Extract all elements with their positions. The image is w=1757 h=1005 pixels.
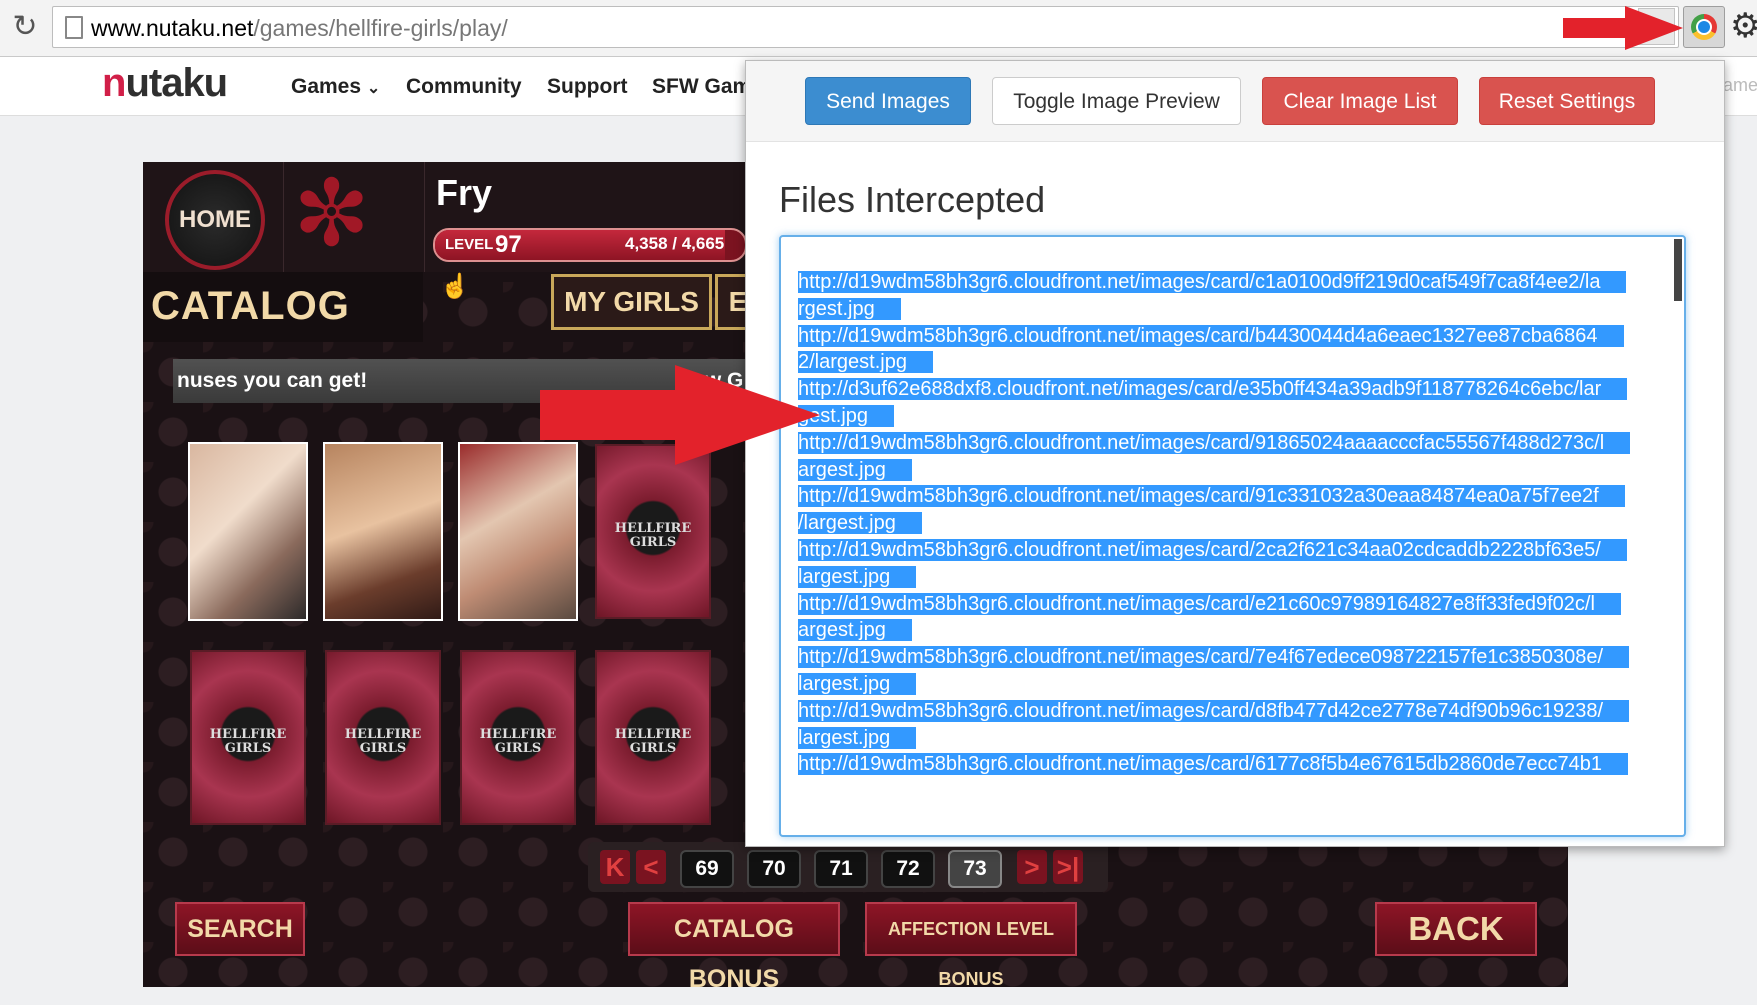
- extension-popup: Send Images Toggle Image Preview Clear I…: [745, 60, 1725, 847]
- browser-toolbar: ↻ www.nutaku.net/games/hellfire-girls/pl…: [0, 0, 1757, 57]
- catalog-card-locked[interactable]: HELLFIRE GIRLS: [190, 650, 306, 825]
- catalog-title: CATALOG: [151, 284, 350, 328]
- catalog-card[interactable]: [188, 442, 308, 621]
- chrome-logo-icon: [1691, 14, 1717, 40]
- pager: K < 69 70 71 72 73 > >|: [588, 842, 1108, 892]
- intercepted-urls-textarea[interactable]: http://d19wdm58bh3gr6.cloudfront.net/ima…: [779, 235, 1686, 837]
- card-back-logo: HELLFIRE GIRLS: [479, 727, 557, 756]
- nav-overflow-text: ame: [1723, 75, 1757, 95]
- url-line: http://d19wdm58bh3gr6.cloudfront.net/ima…: [798, 321, 1624, 351]
- card-back-logo: HELLFIRE GIRLS: [344, 727, 422, 756]
- logo-text: utaku: [125, 61, 228, 105]
- level-bar: LEVEL 97 4,358 / 4,665: [433, 228, 747, 262]
- url-host: www.nutaku.net: [91, 15, 254, 41]
- url-line: http://d19wdm58bh3gr6.cloudfront.net/ima…: [798, 535, 1627, 565]
- home-button[interactable]: HOME: [165, 170, 265, 270]
- nav-community[interactable]: Community: [406, 75, 522, 99]
- reset-settings-button[interactable]: Reset Settings: [1479, 77, 1655, 125]
- page-71[interactable]: 71: [814, 850, 868, 888]
- catalog-header: CATALOG: [143, 272, 423, 342]
- big-red-arrow-icon: [540, 365, 820, 465]
- url-line: rgest.jpg: [798, 294, 901, 324]
- catalog-card-locked[interactable]: HELLFIRE GIRLS: [595, 650, 711, 825]
- url-line: largest.jpg: [798, 562, 917, 592]
- first-page-button[interactable]: K: [600, 850, 630, 884]
- card-back-logo: HELLFIRE GIRLS: [209, 727, 287, 756]
- page-icon: [65, 16, 83, 39]
- level-label: LEVEL: [445, 236, 494, 253]
- nav-games-label: Games: [291, 75, 362, 98]
- url-line: http://d3uf62e688dxf8.cloudfront.net/ima…: [798, 374, 1628, 404]
- tab-my-girls[interactable]: MY GIRLS: [551, 274, 712, 330]
- chevron-down-icon: ⌄: [366, 80, 381, 97]
- hand-cursor-icon: ☝: [440, 273, 470, 300]
- url-line: http://d19wdm58bh3gr6.cloudfront.net/ima…: [798, 589, 1621, 619]
- toggle-image-preview-button[interactable]: Toggle Image Preview: [992, 77, 1241, 125]
- url-line: http://d19wdm58bh3gr6.cloudfront.net/ima…: [798, 749, 1628, 779]
- red-arrow-icon: [1563, 6, 1683, 50]
- address-bar[interactable]: www.nutaku.net/games/hellfire-girls/play…: [52, 6, 1679, 48]
- nav-sfw-games[interactable]: SFW Gam: [652, 75, 751, 99]
- url-line: http://d19wdm58bh3gr6.cloudfront.net/ima…: [798, 696, 1630, 726]
- url-line: http://d19wdm58bh3gr6.cloudfront.net/ima…: [798, 428, 1631, 458]
- catalog-card-locked[interactable]: HELLFIRE GIRLS: [460, 650, 576, 825]
- ticker-text: nuses you can get!: [177, 369, 368, 392]
- search-button[interactable]: SEARCH: [175, 902, 305, 956]
- url-line: http://d19wdm58bh3gr6.cloudfront.net/ima…: [798, 267, 1627, 297]
- affection-level-bonus-button[interactable]: AFFECTION LEVEL BONUS: [865, 902, 1077, 987]
- scrollbar-thumb[interactable]: [1674, 239, 1682, 301]
- catalog-bonus-button[interactable]: CATALOG BONUS: [628, 902, 840, 987]
- nav-games[interactable]: Games ⌄: [291, 75, 380, 99]
- clear-image-list-button[interactable]: Clear Image List: [1262, 77, 1458, 125]
- send-images-button[interactable]: Send Images: [805, 77, 971, 125]
- flame-icon: ✼: [293, 163, 371, 265]
- url-line: http://d19wdm58bh3gr6.cloudfront.net/ima…: [798, 481, 1625, 511]
- url-line: argest.jpg: [798, 615, 912, 645]
- last-page-button[interactable]: >|: [1053, 850, 1083, 884]
- url-line: largest.jpg: [798, 723, 917, 753]
- url-path: /games/hellfire-girls/play/: [253, 15, 508, 41]
- nutaku-logo[interactable]: nutaku: [102, 61, 228, 106]
- page-70[interactable]: 70: [747, 850, 801, 888]
- card-back-logo: HELLFIRE GIRLS: [614, 521, 692, 550]
- next-page-button[interactable]: >: [1017, 850, 1047, 884]
- reload-icon[interactable]: ↻: [10, 10, 40, 44]
- url-line: /largest.jpg: [798, 508, 922, 538]
- popup-toolbar: Send Images Toggle Image Preview Clear I…: [746, 61, 1724, 142]
- logo-initial: n: [102, 61, 126, 105]
- page-72[interactable]: 72: [881, 850, 935, 888]
- page-73[interactable]: 73: [948, 850, 1002, 888]
- page-69[interactable]: 69: [680, 850, 734, 888]
- files-intercepted-title: Files Intercepted: [779, 179, 1046, 220]
- url-line: http://d19wdm58bh3gr6.cloudfront.net/ima…: [798, 642, 1630, 672]
- catalog-card-locked[interactable]: HELLFIRE GIRLS: [325, 650, 441, 825]
- catalog-card[interactable]: [458, 442, 578, 621]
- username: Fry: [436, 172, 493, 213]
- back-button[interactable]: BACK: [1375, 902, 1537, 956]
- url-text[interactable]: www.nutaku.net/games/hellfire-girls/play…: [91, 15, 508, 42]
- level-number: 97: [495, 231, 522, 258]
- catalog-card-locked[interactable]: HELLFIRE GIRLS: [595, 444, 711, 619]
- prev-page-button[interactable]: <: [636, 850, 666, 884]
- chrome-extension-icon[interactable]: [1683, 6, 1725, 48]
- card-back-logo: HELLFIRE GIRLS: [614, 727, 692, 756]
- url-line: largest.jpg: [798, 669, 917, 699]
- nav-support[interactable]: Support: [547, 75, 627, 99]
- stamina-text: 4,358 / 4,665: [625, 234, 725, 253]
- gear-icon[interactable]: ⚙: [1730, 8, 1757, 44]
- catalog-card[interactable]: [323, 442, 443, 621]
